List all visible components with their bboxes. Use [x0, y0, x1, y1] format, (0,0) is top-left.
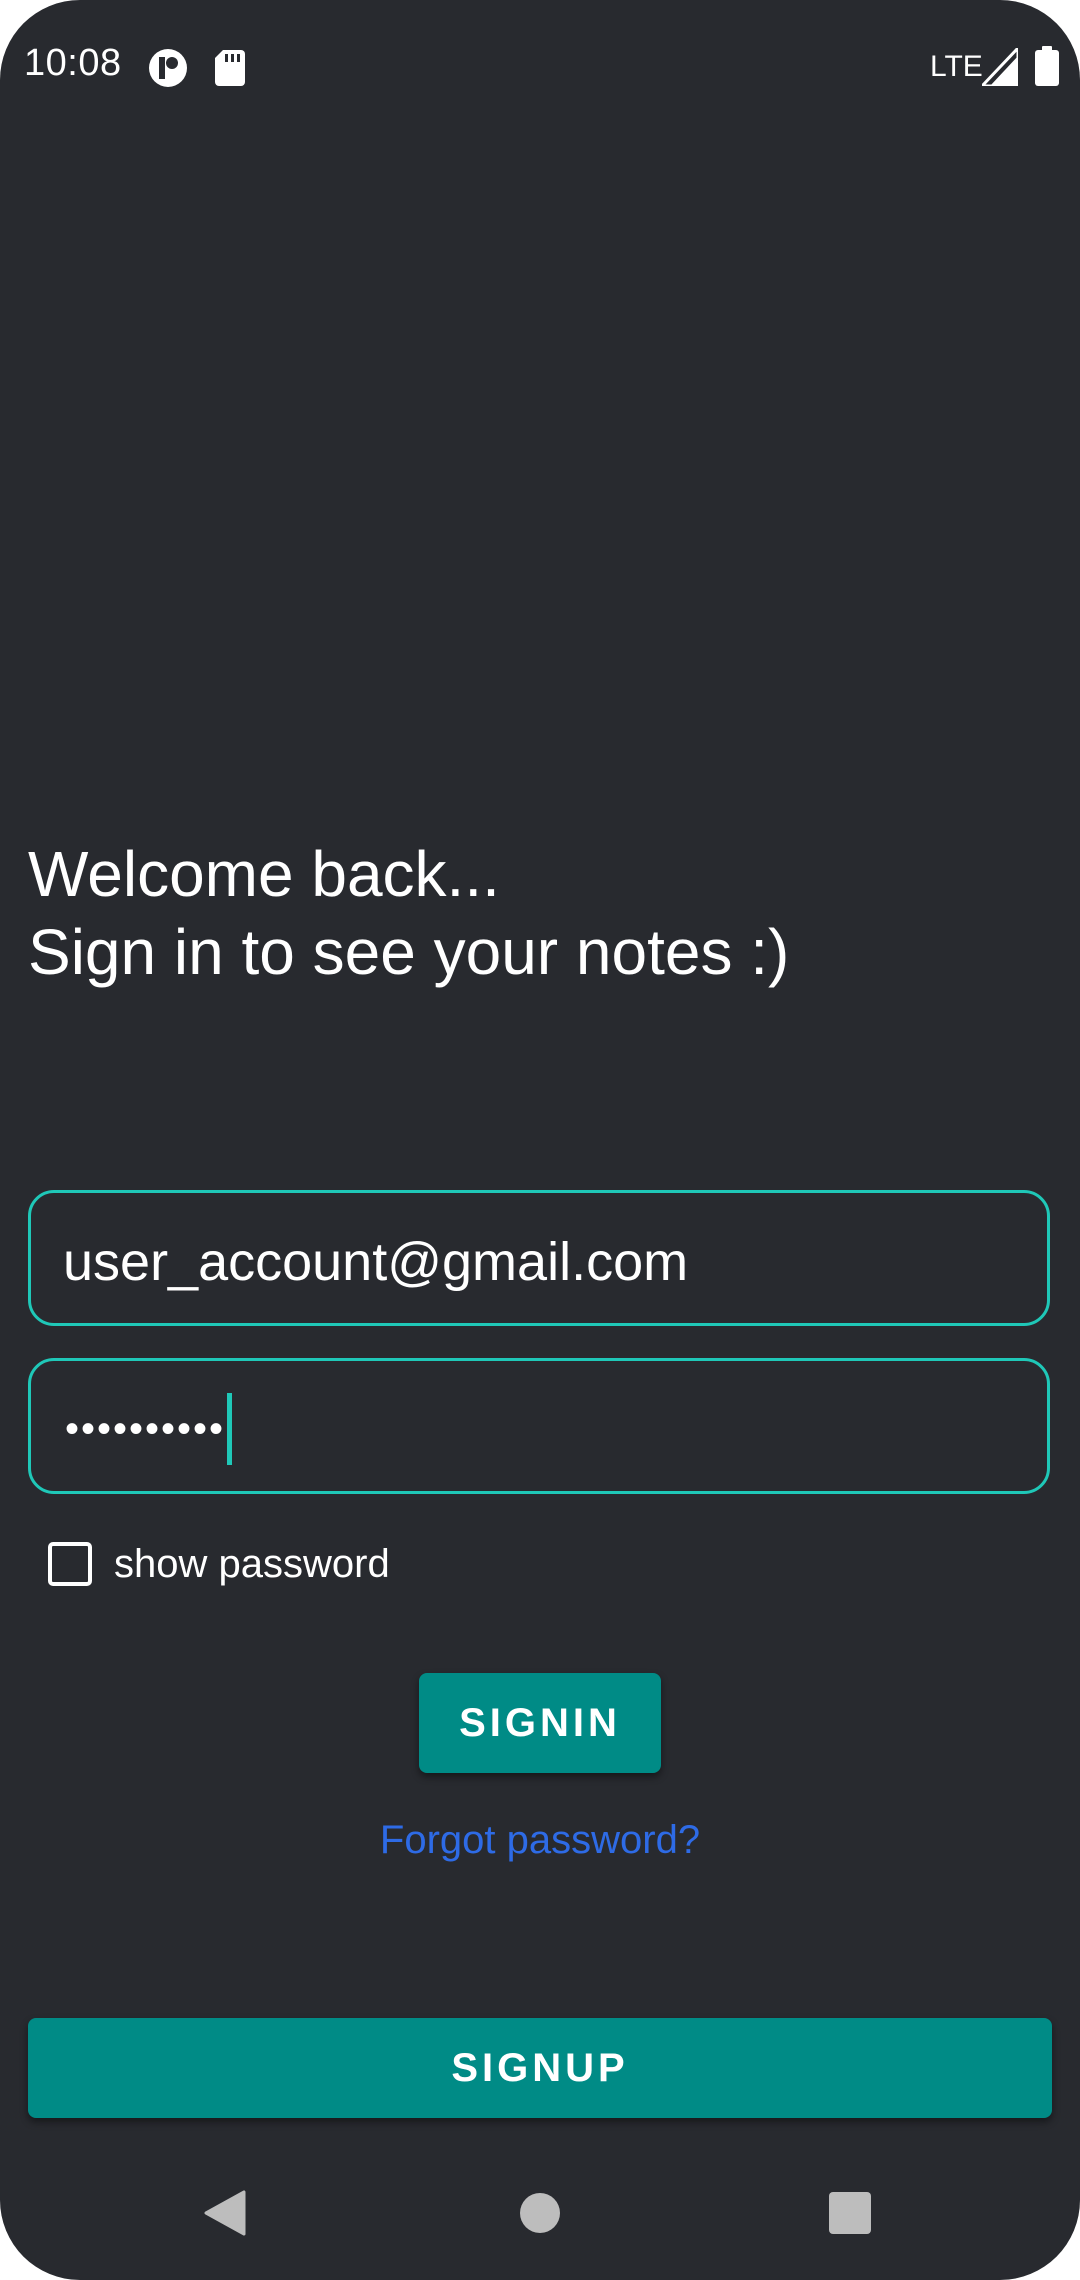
- home-icon[interactable]: [520, 2193, 560, 2233]
- status-time: 10:08: [24, 42, 122, 84]
- sd-card-icon: [215, 50, 245, 86]
- email-value: user_account@gmail.com: [63, 1232, 689, 1292]
- forgot-password-link[interactable]: Forgot password?: [0, 1818, 1080, 1863]
- signup-button[interactable]: SIGNUP: [28, 2018, 1052, 2118]
- sign-in-screen: 10:08 LTE Welcome back... Sign in to see…: [0, 0, 1080, 2280]
- email-field[interactable]: user_account@gmail.com: [28, 1190, 1050, 1326]
- password-field[interactable]: ••••••••••: [28, 1358, 1050, 1494]
- welcome-line-2: Sign in to see your notes :): [28, 916, 790, 988]
- app-notification-icon: [148, 48, 188, 88]
- status-bar: 10:08 LTE: [0, 0, 1080, 130]
- password-mask: ••••••••••: [65, 1406, 226, 1451]
- signal-icon: [978, 44, 1020, 88]
- battery-icon: [1034, 46, 1060, 86]
- welcome-heading: Welcome back... Sign in to see your note…: [28, 835, 789, 991]
- show-password-label: show password: [114, 1541, 390, 1586]
- signin-button[interactable]: SIGNIN: [419, 1673, 661, 1773]
- show-password-row[interactable]: show password: [48, 1538, 390, 1590]
- password-value: ••••••••••: [65, 1391, 233, 1467]
- back-icon[interactable]: [204, 2190, 246, 2236]
- welcome-line-1: Welcome back...: [28, 838, 500, 910]
- recents-icon[interactable]: [829, 2192, 871, 2234]
- show-password-checkbox[interactable]: [48, 1542, 92, 1586]
- network-type-label: LTE: [930, 50, 983, 83]
- text-cursor: [227, 1393, 233, 1465]
